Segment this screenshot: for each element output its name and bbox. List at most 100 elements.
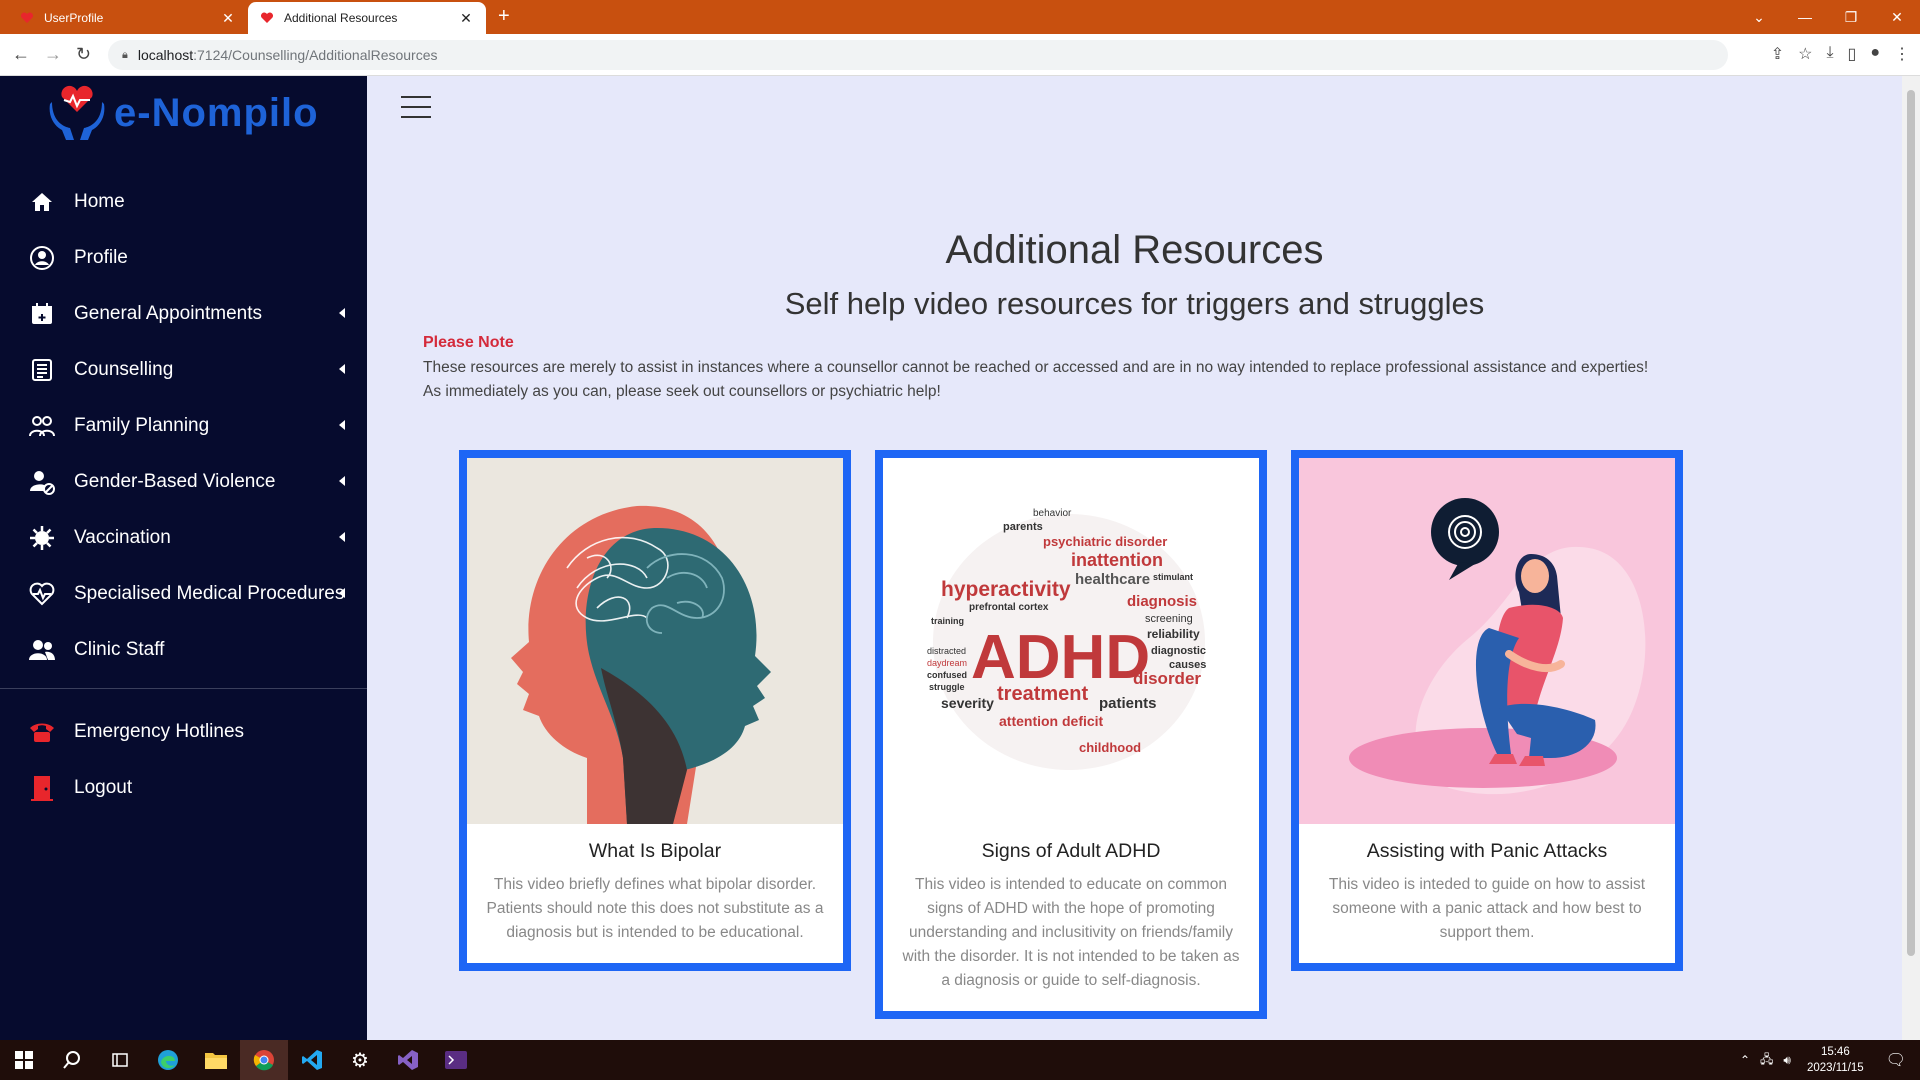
profile-avatar-icon[interactable]: ● [1870, 44, 1880, 64]
tab-search-chevron-icon[interactable]: ⌄ [1736, 9, 1782, 26]
hamburger-menu-icon[interactable] [401, 96, 431, 120]
note-label: Please Note [423, 334, 514, 351]
edge-browser-icon[interactable] [144, 1040, 192, 1080]
url-bar[interactable]: 🔒︎ localhost:7124/Counselling/Additional… [108, 40, 1728, 70]
cloud-word: inattention [1071, 550, 1163, 570]
adhd-thumbnail[interactable]: behavior parents psychiatric disorder in… [883, 458, 1259, 824]
resource-card-adhd[interactable]: behavior parents psychiatric disorder in… [875, 450, 1267, 1019]
download-icon[interactable]: ⤓ [1826, 44, 1833, 64]
sidebar-item-label: Specialised Medical Procedures [74, 583, 345, 604]
vscode-icon[interactable] [288, 1040, 336, 1080]
sidebar-item-vaccination[interactable]: Vaccination [0, 510, 367, 566]
notifications-icon[interactable]: 🗨︎ [1886, 1050, 1906, 1070]
sidebar-item-label: Profile [74, 247, 128, 268]
settings-gear-icon[interactable]: ⚙ [336, 1040, 384, 1080]
sidebar-item-home[interactable]: Home [0, 174, 367, 230]
chevron-up-icon[interactable]: ⌃ [1740, 1053, 1750, 1067]
page-title: Additional Resources [945, 228, 1324, 272]
back-arrow-icon[interactable]: ← [12, 44, 30, 65]
sidebar-nav: Home Profile General Appointments Counse… [0, 174, 367, 678]
sidebar-item-gender-based-violence[interactable]: Gender-Based Violence [0, 454, 367, 510]
windows-start-icon[interactable] [0, 1040, 48, 1080]
main-content: Additional Resources Self help video res… [367, 76, 1902, 1040]
card-body: Signs of Adult ADHD This video is intend… [883, 824, 1259, 1011]
new-tab-plus-icon[interactable]: + [498, 6, 510, 26]
file-explorer-icon[interactable] [192, 1040, 240, 1080]
sidebar-item-specialised-medical-procedures[interactable]: Specialised Medical Procedures [0, 566, 367, 622]
card-title: Signs of Adult ADHD [981, 840, 1161, 862]
task-view-icon[interactable] [96, 1040, 144, 1080]
sidebar-item-clinic-staff[interactable]: Clinic Staff [0, 622, 367, 678]
two-heads-illustration [511, 505, 771, 824]
calendar-plus-icon [28, 300, 56, 328]
reload-icon[interactable]: ↻ [76, 44, 91, 65]
lock-icon: 🔒︎ [122, 48, 128, 61]
kebab-menu-icon[interactable]: ⋮ [1894, 44, 1910, 64]
close-tab-icon[interactable]: ✕ [220, 10, 236, 27]
bipolar-thumbnail[interactable] [467, 458, 843, 824]
forward-arrow-icon[interactable]: → [44, 44, 62, 65]
scrollbar-thumb[interactable] [1907, 90, 1915, 956]
resource-card-bipolar[interactable]: What Is Bipolar This video briefly defin… [459, 450, 851, 971]
hands-heart-logo-icon [49, 85, 105, 140]
resource-card-panic-attacks[interactable]: Assisting with Panic Attacks This video … [1291, 450, 1683, 971]
search-icon[interactable] [48, 1040, 96, 1080]
cloud-word: attention deficit [999, 713, 1104, 729]
terminal-icon[interactable] [432, 1040, 480, 1080]
browser-actions: ⇪ ☆ ⤓ ▯ ● ⋮ [1771, 44, 1910, 64]
close-tab-icon[interactable]: ✕ [458, 10, 474, 27]
page-scrollbar[interactable] [1902, 76, 1920, 1040]
sidebar-item-emergency-hotlines[interactable]: Emergency Hotlines [0, 704, 367, 760]
close-window-icon[interactable]: ✕ [1874, 9, 1920, 26]
sidebar-item-logout[interactable]: Logout [0, 760, 367, 816]
sidebar-item-label: Emergency Hotlines [74, 721, 245, 742]
sidebar-item-counselling[interactable]: Counselling [0, 342, 367, 398]
share-icon[interactable]: ⇪ [1771, 44, 1784, 64]
note-line-1: These resources are merely to assist in … [423, 359, 1649, 376]
note-text: These resources are merely to assist in … [423, 356, 1863, 404]
door-icon [28, 774, 56, 802]
volume-icon[interactable]: 🔊︎ [1783, 1053, 1791, 1068]
visual-studio-icon[interactable] [384, 1040, 432, 1080]
clock[interactable]: 15:46 2023/11/15 [1807, 1044, 1864, 1076]
cloud-word: diagnosis [1127, 593, 1197, 610]
brand-logo[interactable]: e-Nompilo [46, 82, 319, 144]
cloud-word: training [931, 616, 964, 626]
windows-taskbar: ⚙ ⌃ 🖧︎ 🔊︎ 15:46 2023/11/15 🗨︎ [0, 1040, 1920, 1080]
card-text: This video is intended to educate on com… [902, 876, 1240, 989]
brand-name: e-Nompilo [114, 90, 319, 135]
sidebar-item-family-planning[interactable]: Family Planning [0, 398, 367, 454]
sidebar-item-label: Counselling [74, 359, 174, 380]
panic-attack-thumbnail[interactable] [1299, 458, 1675, 824]
browser-tab-strip: UserProfile ✕ Additional Resources ✕ + ⌄… [0, 0, 1920, 34]
cloud-word: parents [1003, 521, 1043, 533]
heartbeat-icon [28, 580, 56, 608]
browser-tab-userprofile[interactable]: UserProfile ✕ [8, 2, 248, 34]
card-body: Assisting with Panic Attacks This video … [1299, 824, 1675, 963]
sidebar-item-profile[interactable]: Profile [0, 230, 367, 286]
tab-title: Additional Resources [284, 11, 398, 25]
window-controls: ⌄ — ❐ ✕ [1736, 0, 1920, 34]
side-panel-icon[interactable]: ▯ [1848, 44, 1857, 64]
sidebar-item-general-appointments[interactable]: General Appointments [0, 286, 367, 342]
user-circle-icon [28, 244, 56, 272]
page-subtitle: Self help video resources for triggers a… [784, 286, 1485, 321]
card-title: What Is Bipolar [588, 840, 722, 862]
clock-date: 2023/11/15 [1806, 1062, 1864, 1074]
bookmark-star-icon[interactable]: ☆ [1798, 44, 1812, 64]
restore-icon[interactable]: ❐ [1828, 9, 1874, 26]
cloud-word: stimulant [1153, 572, 1193, 582]
chrome-icon[interactable] [240, 1040, 288, 1080]
card-body: What Is Bipolar This video briefly defin… [467, 824, 843, 963]
network-icon[interactable]: 🖧︎ [1760, 1050, 1773, 1071]
phone-icon [28, 718, 56, 746]
sidebar-item-label: Home [74, 191, 125, 212]
sidebar-item-label: Family Planning [74, 415, 210, 436]
system-tray: ⌃ 🖧︎ 🔊︎ 15:46 2023/11/15 🗨︎ [1740, 1040, 1920, 1080]
anxious-woman-illustration [1349, 498, 1646, 795]
cloud-word: hyperactivity [941, 578, 1071, 601]
caret-left-icon [339, 364, 345, 374]
browser-tab-additional-resources[interactable]: Additional Resources ✕ [248, 2, 486, 34]
minimize-icon[interactable]: — [1782, 9, 1828, 25]
cloud-word: screening [1145, 613, 1193, 625]
